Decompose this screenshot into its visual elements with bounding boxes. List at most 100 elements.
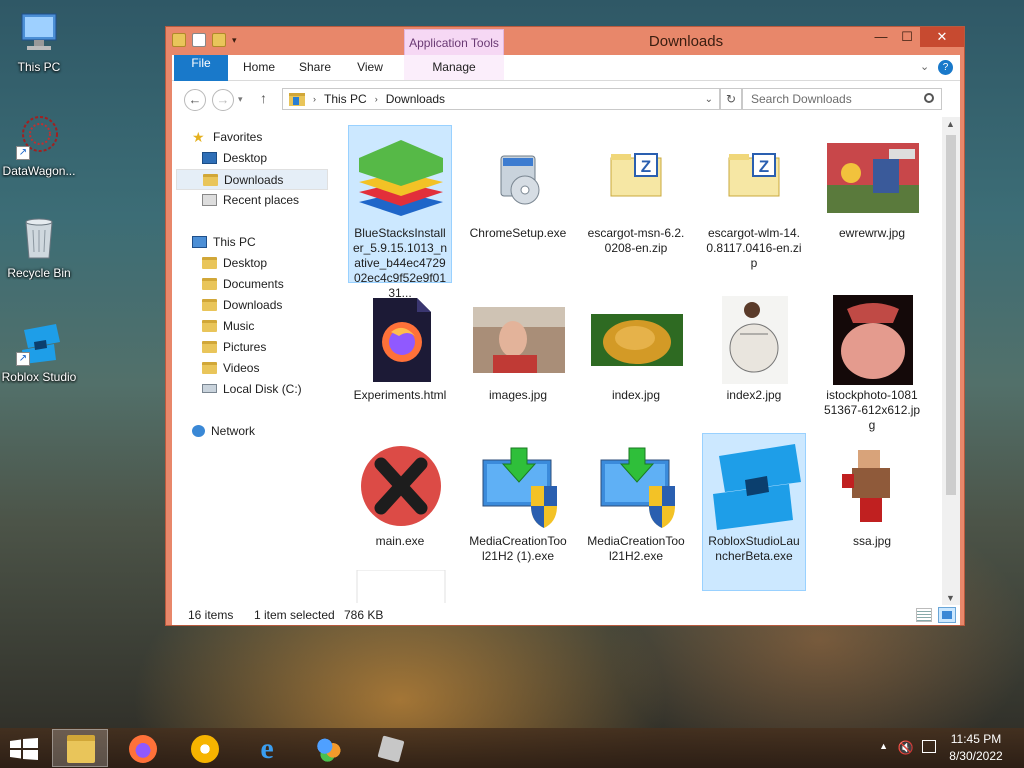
file-item[interactable]: istockphoto-108151367-612x612.jpg [820, 287, 924, 445]
svg-text:Z: Z [641, 157, 651, 176]
file-item[interactable]: ewrewrw.jpg [820, 125, 924, 283]
new-folder-icon[interactable] [212, 33, 226, 47]
file-item[interactable]: index.jpg [584, 287, 688, 445]
breadcrumb-this-pc[interactable]: This PC [324, 92, 367, 106]
vertical-scrollbar[interactable]: ▲ ▼ [942, 117, 960, 605]
nav-this-pc-documents[interactable]: Documents [202, 274, 284, 295]
chrome-icon [191, 735, 219, 763]
breadcrumb-sep-icon: › [313, 94, 316, 104]
file-item[interactable]: Z escargot-msn-6.2.0208-en.zip [584, 125, 688, 283]
nav-this-pc-pictures[interactable]: Pictures [202, 337, 266, 358]
taskbar: e ▲ 🔇 11:45 PM 8/30/2022 [0, 728, 1024, 768]
expand-ribbon-chevron-icon[interactable]: ⌄ [920, 60, 929, 73]
maximize-button[interactable]: ☐ [894, 27, 920, 47]
back-button[interactable]: ← [184, 89, 206, 111]
tab-manage[interactable]: Manage [404, 55, 504, 80]
clock-date[interactable]: 8/30/2022 [946, 749, 1006, 763]
details-view-icon[interactable] [916, 608, 932, 622]
address-dropdown-chevron-icon[interactable]: ⌄ [705, 94, 713, 105]
scrollbar-thumb[interactable] [946, 135, 956, 495]
file-item[interactable]: Experiments.html [348, 287, 452, 445]
taskbar-chrome[interactable] [176, 729, 232, 767]
scroll-up-arrow-icon[interactable]: ▲ [946, 119, 955, 129]
nav-this-pc[interactable]: This PC [192, 232, 256, 253]
refresh-button[interactable]: ↻ [720, 88, 742, 110]
content-area: ★ Favorites Desktop Downloads Recent plac… [172, 117, 960, 605]
roblox-studio-icon [377, 735, 405, 763]
image-thumbnail [591, 294, 683, 386]
nav-favorites[interactable]: ★ Favorites [192, 127, 262, 148]
taskbar-file-explorer[interactable] [52, 729, 108, 767]
search-icon [924, 93, 934, 103]
folder-icon[interactable] [172, 33, 186, 47]
close-button[interactable]: ✕ [920, 27, 964, 47]
media-creation-tool-icon [473, 440, 565, 532]
properties-icon[interactable] [192, 33, 206, 47]
file-item[interactable]: ssa.jpg [820, 433, 924, 591]
file-item[interactable]: Z escargot-wlm-14.0.8117.0416-en.zip [702, 125, 806, 283]
file-item[interactable] [348, 563, 452, 603]
title-bar[interactable]: ▾ Application Tools Downloads — ☐ ✕ [166, 27, 964, 85]
desktop-icon [202, 151, 217, 164]
nav-this-pc-local-disk[interactable]: Local Disk (C:) [202, 379, 302, 400]
chevron-down-icon[interactable]: ▾ [232, 35, 242, 45]
network-icon [192, 424, 205, 437]
search-input[interactable]: Search Downloads [742, 88, 942, 110]
taskbar-firefox[interactable] [114, 729, 170, 767]
tab-home[interactable]: Home [236, 55, 282, 80]
file-explorer-icon [67, 735, 95, 763]
breadcrumb-downloads[interactable]: Downloads [386, 92, 445, 106]
network-icon[interactable] [922, 740, 936, 753]
nav-favorites-downloads[interactable]: Downloads [176, 169, 328, 190]
file-name: index2.jpg [726, 388, 782, 402]
file-item[interactable]: ChromeSetup.exe [466, 125, 570, 283]
forward-button[interactable]: → [212, 89, 234, 111]
nav-network[interactable]: Network [192, 421, 255, 442]
nav-this-pc-downloads[interactable]: Downloads [202, 295, 282, 316]
desktop-icon-this-pc[interactable]: This PC [0, 10, 78, 74]
file-item[interactable]: RobloxStudioLauncherBeta.exe [702, 433, 806, 591]
bluestacks-icon [355, 132, 447, 224]
volume-muted-icon[interactable]: 🔇 [898, 740, 914, 756]
nav-favorites-desktop[interactable]: Desktop [202, 148, 267, 169]
file-item[interactable]: index2.jpg [702, 287, 806, 445]
breadcrumb-sep-icon: › [374, 94, 378, 104]
large-icons-view-icon[interactable] [938, 607, 956, 623]
taskbar-internet-explorer[interactable]: e [238, 729, 294, 767]
up-button[interactable]: ↑ [260, 90, 267, 106]
file-name: escargot-wlm-14.0.8117.0416-en.zip [706, 226, 802, 270]
file-item[interactable]: BlueStacksInstaller_5.9.15.1013_native_b… [348, 125, 452, 300]
recent-locations-chevron-icon[interactable]: ▾ [238, 94, 243, 105]
navigation-bar: ← → ▾ ↑ › This PC › Downloads ⌄ ↻ Search… [172, 81, 960, 117]
file-name: main.exe [375, 534, 425, 548]
file-item[interactable]: MediaCreationTool21H2 (1).exe [466, 433, 570, 591]
star-icon: ★ [192, 128, 205, 145]
tab-view[interactable]: View [348, 55, 392, 80]
nav-this-pc-videos[interactable]: Videos [202, 358, 259, 379]
file-name: ewrewrw.jpg [838, 226, 906, 240]
minimize-button[interactable]: — [868, 27, 894, 47]
start-icon[interactable] [10, 738, 38, 760]
shortcut-arrow-icon: ↗ [16, 352, 30, 366]
desktop-icon-label: DataWagon... [2, 164, 76, 178]
desktop-icon-datawagon[interactable]: ↗ DataWagon... [0, 114, 78, 178]
show-hidden-icons-chevron-icon[interactable]: ▲ [879, 741, 888, 751]
help-icon[interactable]: ? [938, 60, 953, 75]
nav-favorites-recent-places[interactable]: Recent places [202, 190, 299, 211]
desktop-icon-roblox-studio[interactable]: ↗ Roblox Studio [0, 320, 78, 384]
nav-this-pc-desktop[interactable]: Desktop [202, 253, 267, 274]
taskbar-roblox-studio[interactable] [362, 729, 418, 767]
tab-share[interactable]: Share [292, 55, 338, 80]
nav-this-pc-music[interactable]: Music [202, 316, 254, 337]
firefox-icon [129, 735, 157, 763]
taskbar-msn-messenger[interactable] [300, 729, 356, 767]
scroll-down-arrow-icon[interactable]: ▼ [946, 593, 955, 603]
downloads-folder-icon [289, 92, 305, 106]
clock-time[interactable]: 11:45 PM [946, 732, 1006, 746]
firefox-document-icon [355, 294, 447, 386]
desktop-icon-recycle-bin[interactable]: Recycle Bin [0, 216, 78, 280]
file-item[interactable]: MediaCreationTool21H2.exe [584, 433, 688, 591]
file-item[interactable]: images.jpg [466, 287, 570, 445]
recent-places-icon [202, 193, 217, 206]
address-bar[interactable]: › This PC › Downloads ⌄ [282, 88, 720, 110]
